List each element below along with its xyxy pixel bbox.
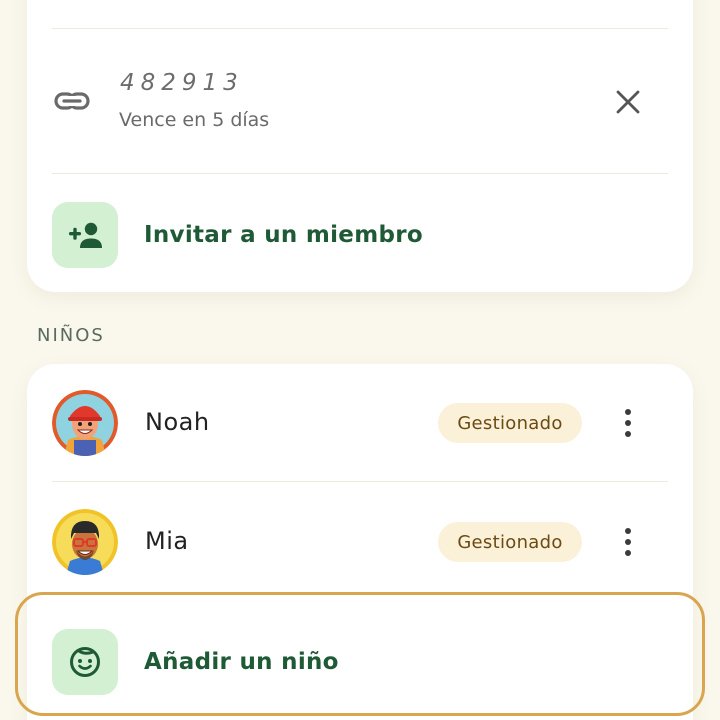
- invite-expiry: Vence en 5 días: [119, 109, 270, 131]
- status-badge: Gestionado: [438, 522, 582, 562]
- more-options-button[interactable]: [612, 522, 644, 562]
- revoke-invite-button[interactable]: [608, 82, 648, 122]
- invite-member-label: Invitar a un miembro: [144, 222, 423, 248]
- invite-member-button[interactable]: Invitar a un miembro: [52, 202, 668, 268]
- add-child-label: Añadir un niño: [144, 649, 339, 675]
- kid-row-noah[interactable]: Noah Gestionado: [52, 390, 668, 456]
- kid-name: Mia: [145, 527, 189, 555]
- avatar: [52, 390, 118, 456]
- kid-row-mia[interactable]: Mia Gestionado: [52, 509, 668, 575]
- status-badge: Gestionado: [438, 403, 582, 443]
- section-title-kids: NIÑOS: [37, 325, 105, 346]
- add-child-button[interactable]: Añadir un niño: [52, 629, 668, 695]
- avatar: [52, 509, 118, 575]
- more-options-button[interactable]: [612, 403, 644, 443]
- close-icon: [616, 90, 640, 114]
- more-vert-icon: [625, 409, 631, 415]
- divider: [52, 28, 668, 29]
- more-vert-icon: [625, 528, 631, 534]
- divider: [52, 481, 668, 482]
- link-icon: [53, 87, 91, 115]
- divider: [52, 173, 668, 174]
- kid-name: Noah: [145, 408, 210, 436]
- invite-code: 482913: [120, 70, 244, 96]
- child-face-icon: [52, 629, 118, 695]
- person-add-icon: [52, 202, 118, 268]
